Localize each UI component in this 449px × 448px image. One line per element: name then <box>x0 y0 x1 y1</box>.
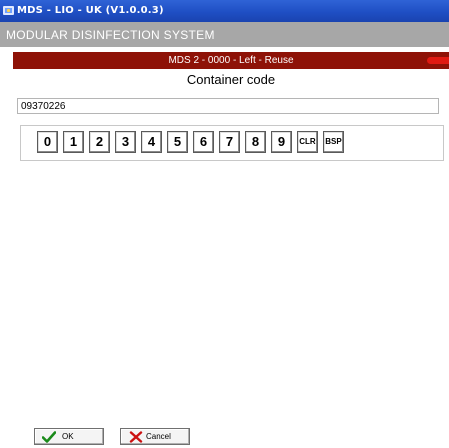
status-indicator <box>427 57 449 64</box>
keypad: 0 1 2 3 4 5 6 7 8 9 CLR BSP <box>20 125 444 161</box>
key-9[interactable]: 9 <box>271 131 292 153</box>
status-mode: MDS 2 - 0000 - Left - Reuse <box>168 55 294 66</box>
ok-button[interactable]: OK <box>34 428 104 445</box>
key-4[interactable]: 4 <box>141 131 162 153</box>
app-icon <box>3 6 14 15</box>
key-8[interactable]: 8 <box>245 131 266 153</box>
window-titlebar[interactable]: MDS - LIO - UK (V1.0.0.3) <box>0 0 449 22</box>
page-title: Container code <box>186 72 276 87</box>
key-0[interactable]: 0 <box>37 131 58 153</box>
system-name: MODULAR DISINFECTION SYSTEM <box>6 28 215 42</box>
key-5[interactable]: 5 <box>167 131 188 153</box>
x-mark-icon <box>129 431 143 443</box>
container-code-input[interactable] <box>17 98 439 114</box>
key-3[interactable]: 3 <box>115 131 136 153</box>
cancel-button[interactable]: Cancel <box>120 428 190 445</box>
key-7[interactable]: 7 <box>219 131 240 153</box>
ok-label: OK <box>62 432 74 441</box>
system-banner: MODULAR DISINFECTION SYSTEM <box>0 22 449 47</box>
window-title: MDS - LIO - UK (V1.0.0.3) <box>17 5 164 16</box>
status-bar: MDS 2 - 0000 - Left - Reuse <box>13 52 449 69</box>
cancel-label: Cancel <box>146 432 171 441</box>
key-1[interactable]: 1 <box>63 131 84 153</box>
key-backspace[interactable]: BSP <box>323 131 344 153</box>
key-6[interactable]: 6 <box>193 131 214 153</box>
checkmark-icon <box>42 431 56 443</box>
key-2[interactable]: 2 <box>89 131 110 153</box>
dialog-buttons: OK Cancel <box>0 428 449 448</box>
key-clear[interactable]: CLR <box>297 131 318 153</box>
